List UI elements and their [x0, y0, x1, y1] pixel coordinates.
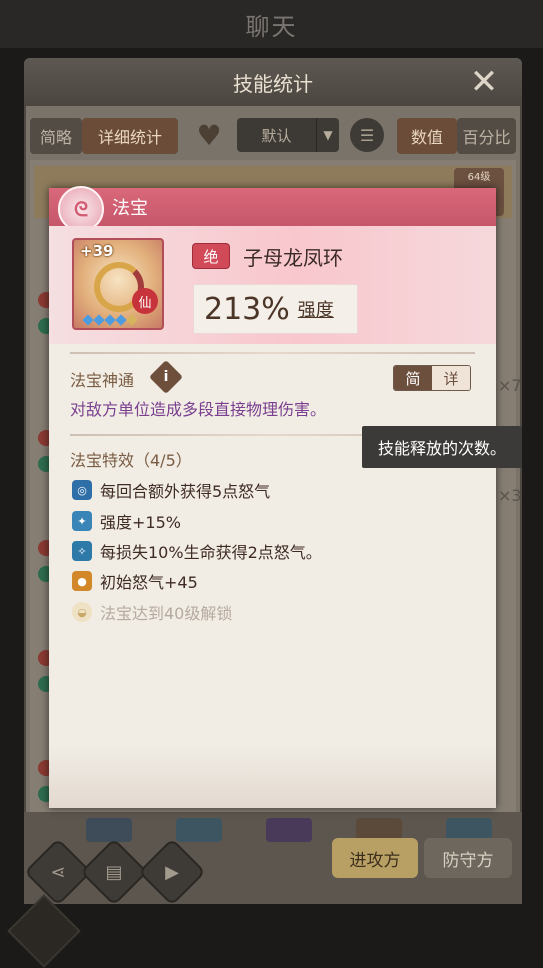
skill-description: 对敌方单位造成多段直接物理伤害。 — [70, 400, 327, 419]
effect-row: ✧ 每损失10%生命获得2点怒气。 — [72, 539, 322, 563]
tab-detailed[interactable]: 详细统计 — [82, 118, 178, 154]
hero-portrait[interactable] — [266, 818, 312, 842]
power-label[interactable]: 强度 — [298, 296, 334, 322]
skill-section-title: 法宝神通 — [70, 371, 135, 390]
chevron-down-icon: ▼ — [316, 118, 339, 152]
heart-icon[interactable]: ♥ — [192, 119, 226, 152]
skill-stats-title: 技能统计 — [233, 71, 313, 96]
power-value: 213% — [204, 291, 290, 327]
divider — [70, 352, 475, 354]
video-icon: ▶ — [165, 861, 179, 883]
flame-orb-icon: ● — [72, 571, 92, 591]
cast-count: ×3 — [498, 486, 522, 505]
attacker-tab[interactable]: 进攻方 — [332, 838, 418, 878]
tooltip: 技能释放的次数。 — [362, 426, 522, 468]
effect-row: ◎ 每回合额外获得5点怒气 — [72, 478, 270, 502]
power-box: 213% 强度 — [193, 284, 358, 334]
stats-toolbar: 简略 详细统计 ♥ 默认 ▼ ☰ 数值 百分比 — [30, 116, 516, 156]
close-button[interactable]: ✕ — [462, 62, 506, 102]
filter-icon[interactable]: ☰ — [350, 118, 384, 152]
tab-summary[interactable]: 简略 — [30, 118, 82, 154]
sort-select[interactable]: 默认 ▼ — [237, 118, 339, 152]
cast-count: ×7 — [498, 376, 522, 395]
info-button[interactable]: i — [149, 360, 183, 394]
chat-bar: 聊天 — [0, 0, 543, 48]
detail-toggle[interactable]: 简 详 — [393, 365, 471, 391]
item-name: 子母龙凤环 — [243, 246, 343, 270]
effect-text: 每回合额外获得5点怒气 — [100, 482, 271, 501]
close-icon: ✕ — [469, 62, 499, 102]
popup-title: 法宝 — [112, 198, 148, 219]
diamond-icon — [126, 314, 138, 326]
crystal-fist-icon: ✦ — [72, 511, 92, 531]
effect-row: ● 初始怒气+45 — [72, 569, 198, 593]
effect-row: ✦ 强度+15% — [72, 509, 181, 533]
toggle-brief[interactable]: 简 — [394, 366, 432, 390]
defender-tab[interactable]: 防守方 — [424, 838, 512, 878]
hero-portrait[interactable] — [86, 818, 132, 842]
film-icon: ▤ — [105, 861, 123, 883]
effect-row-locked: ◒ 法宝达到40级解锁 — [72, 600, 232, 624]
popup-footer-fade — [49, 744, 496, 808]
effect-text-locked: 法宝达到40级解锁 — [100, 604, 233, 623]
share-icon: ⋖ — [50, 861, 66, 883]
back-button[interactable] — [7, 894, 81, 968]
grade-badge: 绝 — [193, 244, 229, 268]
diamond-icon — [115, 314, 127, 326]
spark-icon: ✧ — [72, 541, 92, 561]
effect-text: 初始怒气+45 — [100, 573, 198, 592]
toggle-detail[interactable]: 详 — [432, 366, 470, 390]
swirl-icon: ◎ — [72, 480, 92, 500]
chat-title: 聊天 — [245, 12, 298, 41]
effect-text: 每损失10%生命获得2点怒气。 — [100, 543, 322, 562]
item-level-bonus: +39 — [80, 242, 114, 260]
effects-section-title: 法宝特效（4/5） — [70, 451, 192, 470]
level-tag: 64级 — [467, 172, 491, 183]
immortal-badge: 仙 — [132, 288, 158, 314]
star-diamonds — [82, 314, 138, 326]
diamond-icon — [82, 314, 94, 326]
lock-icon: ◒ — [72, 602, 92, 622]
diamond-icon — [104, 314, 116, 326]
tab-value[interactable]: 数值 — [397, 118, 457, 154]
info-icon: i — [163, 369, 169, 385]
hero-portrait[interactable] — [176, 818, 222, 842]
effect-text: 强度+15% — [100, 513, 181, 532]
skill-stats-header: 技能统计 — [24, 58, 522, 106]
tab-percent[interactable]: 百分比 — [457, 118, 516, 154]
diamond-icon — [93, 314, 105, 326]
sort-value: 默认 — [261, 126, 292, 145]
